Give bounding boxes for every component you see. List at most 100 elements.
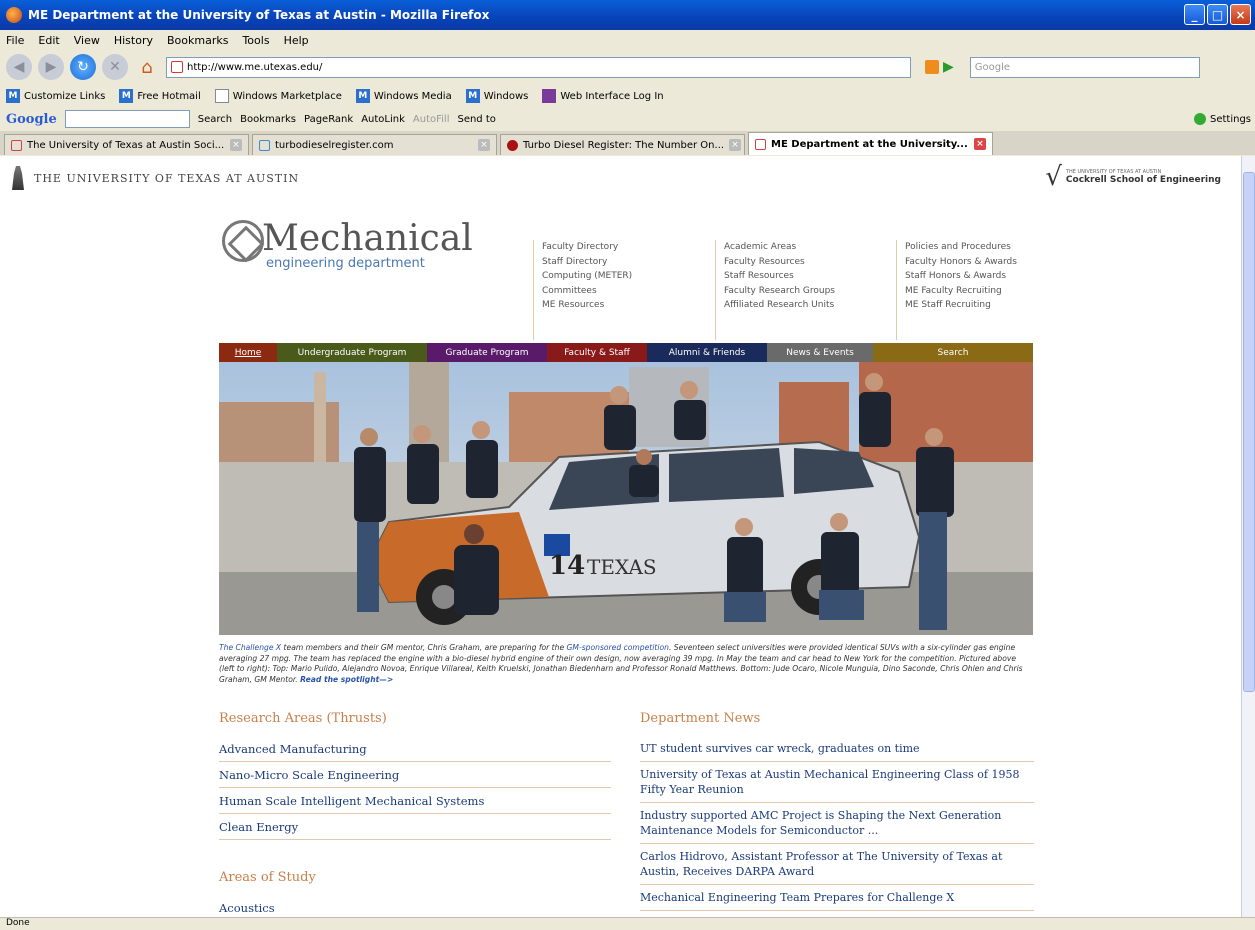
tab-me-department[interactable]: ME Department at the University... ×: [748, 132, 993, 155]
nav-undergraduate[interactable]: Undergraduate Program: [277, 343, 427, 362]
google-search-button[interactable]: Search: [198, 114, 232, 125]
link-staff-recruiting[interactable]: ME Staff Recruiting: [905, 298, 1017, 313]
google-bookmarks-button[interactable]: Bookmarks: [240, 114, 296, 125]
nav-home[interactable]: Home: [219, 343, 277, 362]
cockrell-check-icon: √: [1045, 162, 1062, 192]
link-policies[interactable]: Policies and Procedures: [905, 240, 1017, 255]
page-icon: [214, 89, 229, 103]
google-search-input[interactable]: [64, 110, 190, 128]
bookmark-customize-links[interactable]: M Customize Links: [6, 89, 105, 103]
tab-close-icon[interactable]: ×: [729, 139, 742, 151]
tab-favicon-icon: [755, 138, 766, 150]
nav-search[interactable]: Search: [873, 343, 1033, 362]
pagerank-indicator: PageRank: [303, 113, 354, 125]
bookmarks-toolbar: M Customize Links M Free Hotmail Windows M…: [0, 85, 1255, 107]
gm-competition-link[interactable]: GM-sponsored competition: [567, 643, 669, 652]
msn-icon: M: [119, 89, 134, 103]
reload-icon[interactable]: ↻: [70, 54, 96, 80]
settings-button[interactable]: Settings: [1193, 113, 1251, 125]
links-column-3: Policies and Procedures Faculty Honors &…: [896, 240, 1017, 340]
research-human-scale[interactable]: Human Scale Intelligent Mechanical Syste…: [219, 788, 611, 814]
nav-faculty-staff[interactable]: Faculty & Staff: [547, 343, 647, 362]
close-button[interactable]: ×: [1230, 4, 1251, 25]
maximize-button[interactable]: □: [1207, 4, 1228, 25]
menu-edit[interactable]: Edit: [38, 34, 59, 47]
bookmark-windows[interactable]: M Windows: [465, 89, 529, 103]
cockrell-logo[interactable]: √ THE UNIVERSITY OF TEXAS AT AUSTIN Cock…: [1045, 162, 1221, 192]
send-to-button[interactable]: Send to: [457, 114, 495, 125]
news-item[interactable]: University of Texas at Austin Mechanical…: [640, 762, 1034, 803]
stop-icon[interactable]: ✕: [102, 54, 128, 80]
nav-graduate[interactable]: Graduate Program: [427, 343, 547, 362]
menu-help[interactable]: Help: [284, 34, 309, 47]
menu-bar: File Edit View History Bookmarks Tools H…: [0, 30, 1255, 50]
link-computing[interactable]: Computing (METER): [542, 269, 632, 284]
autolink-button[interactable]: AutoLink: [361, 114, 405, 125]
tab-close-icon[interactable]: ×: [974, 138, 986, 150]
menu-bookmarks[interactable]: Bookmarks: [167, 34, 228, 47]
link-committees[interactable]: Committees: [542, 284, 632, 299]
link-faculty-recruiting[interactable]: ME Faculty Recruiting: [905, 284, 1017, 299]
car-number: 14: [549, 551, 585, 581]
news-item[interactable]: UT student survives car wreck, graduates…: [640, 736, 1034, 762]
link-staff-honors[interactable]: Staff Honors & Awards: [905, 269, 1017, 284]
tab-turbodiesel[interactable]: turbodieselregister.com ×: [252, 134, 497, 155]
forward-icon[interactable]: ▶: [38, 54, 64, 80]
nav-news-events[interactable]: News & Events: [767, 343, 873, 362]
tab-ut-social[interactable]: The University of Texas at Austin Soci..…: [4, 134, 249, 155]
minimize-button[interactable]: _: [1184, 4, 1205, 25]
rss-feed-icon[interactable]: [925, 60, 939, 74]
web-interface-icon: [542, 89, 557, 103]
research-clean-energy[interactable]: Clean Energy: [219, 814, 611, 840]
tab-close-icon[interactable]: ×: [478, 139, 490, 151]
firefox-icon: [6, 7, 22, 23]
link-faculty-research-groups[interactable]: Faculty Research Groups: [724, 284, 835, 299]
menu-view[interactable]: View: [74, 34, 100, 47]
go-icon[interactable]: ▶: [943, 59, 954, 75]
caption-text-1: team members and their GM mentor, Chris …: [281, 643, 567, 652]
study-acoustics[interactable]: Acoustics: [219, 895, 611, 917]
menu-file[interactable]: File: [6, 34, 24, 47]
tab-turbo-diesel-register[interactable]: Turbo Diesel Register: The Number On... ×: [500, 134, 745, 155]
home-icon[interactable]: ⌂: [134, 54, 160, 80]
scrollbar-thumb[interactable]: [1243, 172, 1255, 692]
link-affiliated-research-units[interactable]: Affiliated Research Units: [724, 298, 835, 313]
msn-icon: M: [465, 89, 480, 103]
bookmark-windows-marketplace[interactable]: Windows Marketplace: [214, 89, 342, 103]
window-title-bar[interactable]: ME Department at the University of Texas…: [0, 0, 1255, 30]
link-faculty-honors[interactable]: Faculty Honors & Awards: [905, 255, 1017, 270]
bookmark-free-hotmail[interactable]: M Free Hotmail: [119, 89, 201, 103]
search-input[interactable]: Google: [969, 56, 1200, 78]
bookmark-windows-media[interactable]: M Windows Media: [355, 89, 452, 103]
news-item[interactable]: Carlos Hidrovo, Assistant Professor at T…: [640, 844, 1034, 885]
ut-header[interactable]: THE UNIVERSITY OF TEXAS AT AUSTIN: [8, 166, 299, 190]
bookmark-label: Windows: [483, 90, 529, 102]
nav-alumni[interactable]: Alumni & Friends: [647, 343, 767, 362]
navigation-toolbar: ◀ ▶ ↻ ✕ ⌂ http://www.me.utexas.edu/ ▶ Go…: [0, 50, 1255, 84]
autofill-button[interactable]: AutoFill: [413, 114, 450, 125]
ut-name: THE UNIVERSITY OF TEXAS AT AUSTIN: [34, 171, 300, 185]
link-academic-areas[interactable]: Academic Areas: [724, 240, 835, 255]
link-staff-resources[interactable]: Staff Resources: [724, 269, 835, 284]
vertical-scrollbar[interactable]: [1241, 156, 1255, 917]
research-nano-micro[interactable]: Nano-Micro Scale Engineering: [219, 762, 611, 788]
bookmark-label: Customize Links: [24, 90, 106, 102]
news-item[interactable]: Industry supported AMC Project is Shapin…: [640, 803, 1034, 844]
link-staff-directory[interactable]: Staff Directory: [542, 255, 632, 270]
research-advanced-manufacturing[interactable]: Advanced Manufacturing: [219, 736, 611, 762]
back-icon[interactable]: ◀: [6, 54, 32, 80]
challenge-x-link[interactable]: The Challenge X: [219, 643, 281, 652]
gear-logo-icon: [222, 220, 264, 262]
photo-caption: The Challenge X team members and their G…: [219, 643, 1033, 685]
link-me-resources[interactable]: ME Resources: [542, 298, 632, 313]
menu-tools[interactable]: Tools: [242, 34, 269, 47]
news-item[interactable]: Mechanical Engineering Team Prepares for…: [640, 885, 1034, 911]
bookmark-web-interface[interactable]: Web Interface Log In: [542, 89, 664, 103]
tab-label: ME Department at the University...: [771, 138, 968, 150]
link-faculty-resources[interactable]: Faculty Resources: [724, 255, 835, 270]
url-bar[interactable]: http://www.me.utexas.edu/: [166, 56, 911, 78]
link-faculty-directory[interactable]: Faculty Directory: [542, 240, 632, 255]
tab-close-icon[interactable]: ×: [230, 139, 242, 151]
menu-history[interactable]: History: [114, 34, 153, 47]
read-spotlight-link[interactable]: Read the spotlight—>: [300, 675, 393, 684]
